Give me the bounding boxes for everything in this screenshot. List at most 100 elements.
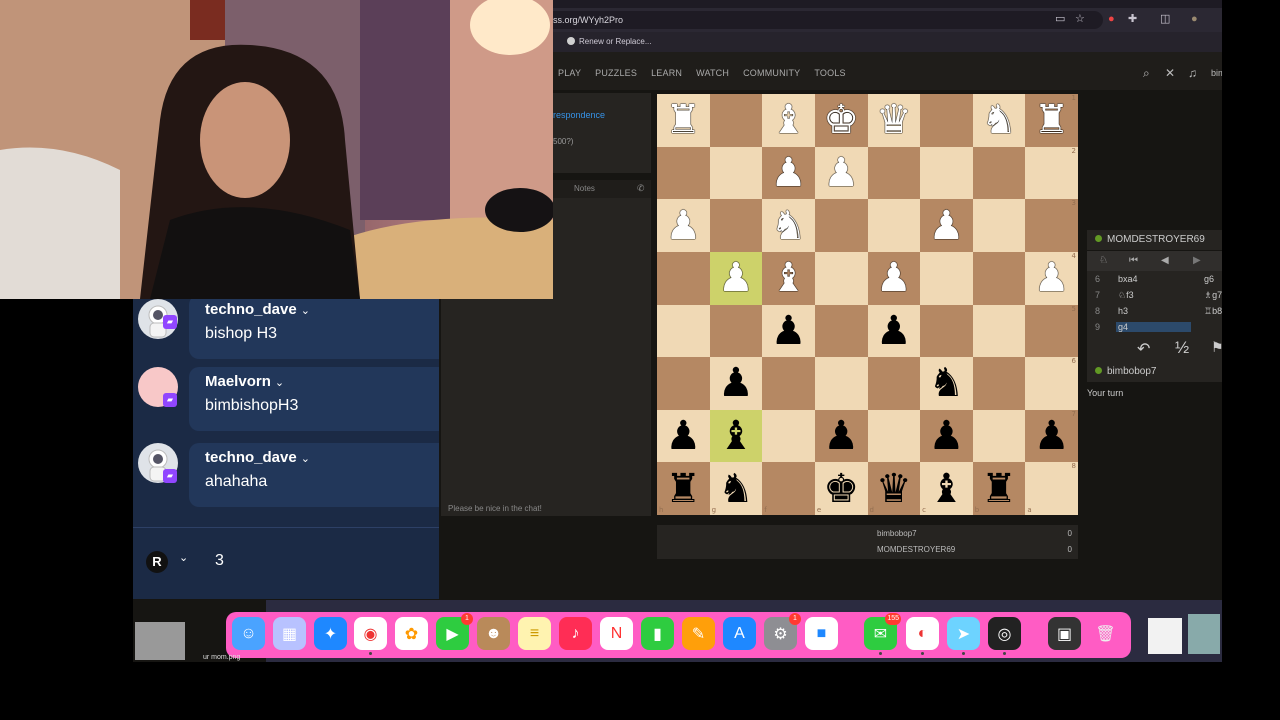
square-d4[interactable]: ♟ <box>867 251 921 305</box>
prev-move-icon[interactable]: ◀ <box>1161 255 1169 266</box>
appstore-icon[interactable]: A <box>723 617 756 650</box>
bell-icon[interactable]: ♫ <box>1188 66 1197 80</box>
square-c7[interactable]: ♟ <box>920 409 973 463</box>
square-c1[interactable] <box>920 94 973 147</box>
square-a6[interactable]: 6 <box>1025 357 1078 410</box>
white-pawn-icon[interactable]: ♟ <box>876 258 912 298</box>
launchpad-icon[interactable]: ▦ <box>273 617 306 650</box>
square-h3[interactable]: ♟ <box>657 199 710 252</box>
white-queen-icon[interactable]: ♛ <box>876 100 912 140</box>
square-e1[interactable]: ♚ <box>814 94 868 147</box>
square-b2[interactable] <box>972 146 1026 200</box>
move-white[interactable]: h3 <box>1118 306 1128 316</box>
close-icon[interactable]: ✕ <box>1165 66 1175 80</box>
black-pawn-icon[interactable]: ♟ <box>718 363 754 403</box>
square-a3[interactable]: 3 <box>1025 199 1078 252</box>
black-knight-icon[interactable]: ♞ <box>929 363 965 403</box>
square-g8[interactable]: ♞ g <box>709 462 763 515</box>
next-move-icon[interactable]: ▶ <box>1193 255 1201 266</box>
game-type-link[interactable]: respondence <box>553 110 605 120</box>
square-a5[interactable]: 5 <box>1025 304 1078 358</box>
square-e4[interactable] <box>814 251 868 305</box>
square-h2[interactable] <box>657 146 710 200</box>
nav-community[interactable]: COMMUNITY <box>743 68 800 78</box>
square-h5[interactable] <box>657 304 710 358</box>
black-queen-icon[interactable]: ♛ <box>876 469 912 509</box>
first-move-icon[interactable]: ⏮ <box>1129 255 1138 266</box>
square-g7[interactable]: ♝ <box>709 409 763 463</box>
desktop-image-icon[interactable] <box>1148 618 1182 654</box>
square-c2[interactable] <box>920 146 973 200</box>
square-b4[interactable] <box>972 251 1026 305</box>
creative-cloud-icon[interactable]: ◐ <box>906 617 939 655</box>
move-black[interactable]: g6 <box>1204 274 1214 284</box>
square-g3[interactable] <box>709 199 763 252</box>
square-c8[interactable]: ♝ c <box>920 462 973 515</box>
square-c4[interactable] <box>920 251 973 305</box>
square-g1[interactable] <box>709 94 763 147</box>
white-king-icon[interactable]: ♚ <box>823 100 859 140</box>
square-f5[interactable]: ♟ <box>762 304 815 358</box>
white-knight-icon[interactable]: ♞ <box>771 206 807 246</box>
cast-icon[interactable]: ▭ <box>1055 12 1065 26</box>
square-h8[interactable]: ♜ h <box>657 462 710 515</box>
square-e3[interactable] <box>814 199 868 252</box>
black-bishop-icon[interactable]: ♝ <box>718 416 754 456</box>
white-pawn-icon[interactable]: ♟ <box>771 153 807 193</box>
white-pawn-icon[interactable]: ♟ <box>929 206 965 246</box>
square-e5[interactable] <box>814 304 868 358</box>
square-d5[interactable]: ♟ <box>867 304 921 358</box>
chat-username[interactable]: techno_dave ⌄ <box>205 301 310 318</box>
move-white[interactable]: ♘f3 <box>1118 290 1134 301</box>
square-a1[interactable]: ♜ 1 <box>1025 94 1078 147</box>
move-black[interactable]: ♖b8 <box>1204 306 1222 317</box>
square-c3[interactable]: ♟ <box>920 199 973 252</box>
square-c5[interactable] <box>920 304 973 358</box>
finder-icon[interactable]: ☺ <box>232 617 265 650</box>
white-bishop-icon[interactable]: ♝ <box>771 258 807 298</box>
square-h7[interactable]: ♟ <box>657 409 710 463</box>
extension-icon[interactable]: ● <box>1108 12 1115 26</box>
black-pawn-icon[interactable]: ♟ <box>876 311 912 351</box>
user-menu[interactable]: bim <box>1211 68 1222 78</box>
black-rook-icon[interactable]: ♜ <box>981 469 1017 509</box>
square-a2[interactable]: 2 <box>1025 146 1078 200</box>
chess-board[interactable]: ♜ ♝ ♚ ♛ ♞ ♜ 1 ♟ ♟ 2 ♟ ♞ ♟ 3 ♟ ♝ ♟ ♟ 4 ♟ ♟ 5 ♟ ♞ 6 ♟ ♝ ♟ ♟ ♟ 7 ♜ h ♞ g f ♚ e ♛ d… <box>657 94 1078 515</box>
square-a8[interactable]: 8a <box>1025 462 1078 515</box>
safari-icon[interactable]: ✦ <box>314 617 347 650</box>
flip-icon[interactable]: ♘ <box>1099 255 1108 266</box>
window-thumbnail-icon[interactable]: ▣ <box>1048 617 1081 650</box>
square-d7[interactable] <box>867 409 921 463</box>
square-e2[interactable]: ♟ <box>814 146 868 200</box>
url-field[interactable]: ss.org/WYyh2Pro <box>543 11 1103 29</box>
square-b1[interactable]: ♞ <box>972 94 1026 147</box>
roblox-icon[interactable]: ■ <box>805 617 838 650</box>
square-d6[interactable] <box>867 357 921 410</box>
white-pawn-icon[interactable]: ♟ <box>718 258 754 298</box>
pages-icon[interactable]: ✎ <box>682 617 715 650</box>
move-white[interactable]: bxa4 <box>1118 274 1138 284</box>
messages-icon[interactable]: ✉ 155 <box>864 613 901 655</box>
black-pawn-icon[interactable]: ♟ <box>1034 416 1070 456</box>
square-h1[interactable]: ♜ <box>657 94 710 147</box>
black-rook-icon[interactable]: ♜ <box>665 469 701 509</box>
square-e7[interactable]: ♟ <box>814 409 868 463</box>
square-a4[interactable]: ♟ 4 <box>1025 251 1078 305</box>
square-c6[interactable]: ♞ <box>920 357 973 410</box>
profile-icon[interactable]: ● <box>1191 12 1198 26</box>
contacts-icon[interactable]: ☻ <box>477 617 510 650</box>
white-pawn-icon[interactable]: ♟ <box>665 206 701 246</box>
desktop-file-label[interactable]: ur mom.png <box>203 654 240 661</box>
chevron-down-icon[interactable]: ⌄ <box>179 551 188 564</box>
chrome-icon[interactable]: ◉ <box>354 617 387 655</box>
maps-icon[interactable]: ➤ <box>947 617 980 655</box>
phone-icon[interactable]: ✆ <box>637 183 645 194</box>
square-b7[interactable] <box>972 409 1026 463</box>
numbers-icon[interactable]: ▮ <box>641 617 674 650</box>
square-g5[interactable] <box>709 304 763 358</box>
black-knight-icon[interactable]: ♞ <box>718 469 754 509</box>
square-b8[interactable]: ♜ b <box>972 462 1026 515</box>
facetime-icon[interactable]: ▶ 1 <box>436 613 473 650</box>
white-bishop-icon[interactable]: ♝ <box>771 100 807 140</box>
move-white[interactable]: g4 <box>1116 322 1191 332</box>
